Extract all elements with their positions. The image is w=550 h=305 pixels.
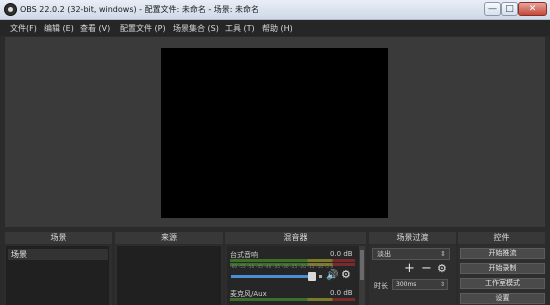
menu-edit[interactable]: 编辑 (E) xyxy=(44,23,74,34)
settings-button[interactable]: 设置 xyxy=(460,293,545,304)
mixer-dock-title: 混音器 xyxy=(225,232,366,244)
sources-list[interactable] xyxy=(117,246,221,305)
preview-canvas[interactable] xyxy=(161,48,388,218)
menu-tools[interactable]: 工具 (T) xyxy=(225,23,255,34)
start-recording-button[interactable]: 开始录制 xyxy=(460,263,545,274)
scenes-dock-title: 场景 xyxy=(5,232,112,244)
minimize-button[interactable]: — xyxy=(484,2,501,16)
sources-dock-title: 来源 xyxy=(115,232,223,244)
transition-gear-icon[interactable]: ⚙ xyxy=(437,263,447,274)
volume-icon[interactable]: 🔊 xyxy=(326,270,338,281)
volume-slider-handle[interactable] xyxy=(308,272,316,281)
duration-input[interactable]: 300ms xyxy=(392,279,448,290)
start-streaming-button[interactable]: 开始推流 xyxy=(460,248,545,259)
add-transition-icon[interactable]: + xyxy=(404,262,415,275)
duration-label: 时长 xyxy=(374,282,388,290)
maximize-button[interactable]: □ xyxy=(501,2,518,16)
volume-slider-track[interactable] xyxy=(231,275,313,278)
scene-item[interactable]: 场景 xyxy=(8,249,108,260)
volume-meter xyxy=(230,259,355,262)
menu-help[interactable]: 帮助 (H) xyxy=(262,23,293,34)
obs-logo-icon xyxy=(4,3,17,16)
window-title: OBS 22.0.2 (32-bit, windows) - 配置文件: 未命名… xyxy=(20,5,260,14)
title-bar: OBS 22.0.2 (32-bit, windows) - 配置文件: 未命名… xyxy=(0,0,550,20)
menu-profile[interactable]: 配置文件 (P) xyxy=(120,23,166,34)
mixer-channel-db: 0.0 dB xyxy=(330,250,353,258)
menu-file[interactable]: 文件(F) xyxy=(10,23,37,34)
menu-view[interactable]: 查看 (V) xyxy=(80,23,110,34)
remove-transition-icon[interactable]: − xyxy=(421,262,432,275)
volume-meter xyxy=(230,298,355,301)
controls-dock-title: 控件 xyxy=(458,232,545,244)
close-button[interactable]: ✕ xyxy=(518,2,547,16)
mixer-channel-db: 0.0 dB xyxy=(330,289,353,297)
mixer-scrollbar-thumb[interactable] xyxy=(360,250,364,280)
menu-bar: 文件(F) 编辑 (E) 查看 (V) 配置文件 (P) 场景集合 (S) 工具… xyxy=(0,20,550,36)
mixer-gear-icon[interactable]: ⚙ xyxy=(341,269,351,280)
volume-slider-rest[interactable] xyxy=(319,275,322,278)
studio-mode-button[interactable]: 工作室模式 xyxy=(460,278,545,289)
transitions-dock-title: 场景过渡 xyxy=(369,232,456,244)
transition-select[interactable]: 淡出 xyxy=(372,248,450,260)
menu-scene-collection[interactable]: 场景集合 (S) xyxy=(173,23,219,34)
